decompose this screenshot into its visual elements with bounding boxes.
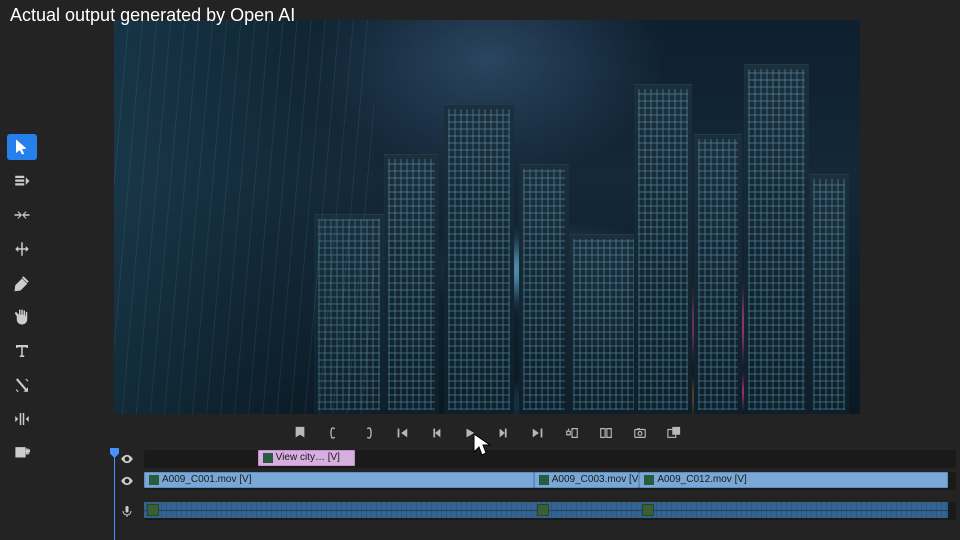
- preview-building: [809, 174, 849, 414]
- timeline-playhead[interactable]: [114, 448, 115, 540]
- clip-video[interactable]: A009_C012.mov [V]: [639, 472, 948, 488]
- clip-generative[interactable]: View city… [V]: [258, 450, 355, 466]
- audio-waveform: [534, 502, 640, 518]
- tools-toolbar: [3, 130, 41, 470]
- mark-in-button[interactable]: [326, 425, 342, 441]
- add-edit-tool[interactable]: [7, 440, 37, 466]
- program-monitor[interactable]: [114, 20, 860, 414]
- clip-label: A009_C012.mov [V]: [657, 472, 747, 488]
- pen-tool[interactable]: [7, 270, 37, 296]
- selection-tool[interactable]: [7, 134, 37, 160]
- mouse-cursor-icon: [472, 432, 494, 461]
- audio-fx-icon: [147, 504, 159, 516]
- clip-label: A009_C003.mov [V]: [552, 472, 640, 488]
- clip-video[interactable]: A009_C003.mov [V]: [534, 472, 640, 488]
- clip-video[interactable]: A009_C001.mov [V]: [144, 472, 534, 488]
- clip-thumb-icon: [539, 475, 549, 485]
- preview-building: [694, 134, 742, 414]
- clip-label: A009_C001.mov [V]: [162, 472, 252, 488]
- preview-foreground-glass: [114, 20, 374, 414]
- preview-building: [444, 104, 514, 414]
- clip-thumb-icon: [644, 475, 654, 485]
- track-a1-mic-toggle[interactable]: [114, 502, 140, 520]
- button-editor-button[interactable]: [666, 425, 682, 441]
- export-frame-button[interactable]: [632, 425, 648, 441]
- preview-building: [569, 234, 639, 414]
- audio-waveform: [639, 502, 948, 518]
- preview-building: [384, 154, 439, 414]
- audio-fx-icon: [537, 504, 549, 516]
- rolling-edit-tool[interactable]: [7, 236, 37, 262]
- preview-building: [634, 84, 692, 414]
- audio-waveform: [144, 502, 534, 518]
- preview-building: [744, 64, 809, 414]
- step-forward-button[interactable]: [496, 425, 512, 441]
- add-marker-button[interactable]: [292, 425, 308, 441]
- rate-stretch-tool[interactable]: [7, 406, 37, 432]
- remix-tool[interactable]: [7, 372, 37, 398]
- clip-audio[interactable]: [639, 502, 948, 518]
- hand-tool[interactable]: [7, 304, 37, 330]
- clip-thumb-icon: [263, 453, 273, 463]
- track-v1[interactable]: A009_C001.mov [V] A009_C003.mov [V] A009…: [144, 472, 956, 490]
- track-select-tool[interactable]: [7, 168, 37, 194]
- go-to-in-button[interactable]: [394, 425, 410, 441]
- clip-audio[interactable]: [534, 502, 640, 518]
- track-v2[interactable]: View city… [V]: [144, 450, 956, 468]
- clip-thumb-icon: [149, 475, 159, 485]
- track-a1[interactable]: [144, 502, 956, 520]
- timeline-panel: View city… [V] A009_C001.mov [V] A009_C0…: [114, 448, 960, 540]
- extract-button[interactable]: [598, 425, 614, 441]
- clip-audio[interactable]: [144, 502, 534, 518]
- go-to-out-button[interactable]: [530, 425, 546, 441]
- overlay-caption: Actual output generated by Open AI: [10, 5, 295, 26]
- clip-label: View city… [V]: [276, 450, 340, 466]
- step-back-button[interactable]: [428, 425, 444, 441]
- lift-button[interactable]: [564, 425, 580, 441]
- ripple-edit-tool[interactable]: [7, 202, 37, 228]
- audio-fx-icon: [642, 504, 654, 516]
- type-tool[interactable]: [7, 338, 37, 364]
- preview-building: [519, 164, 569, 414]
- track-v1-visibility-toggle[interactable]: [114, 472, 140, 490]
- mark-out-button[interactable]: [360, 425, 376, 441]
